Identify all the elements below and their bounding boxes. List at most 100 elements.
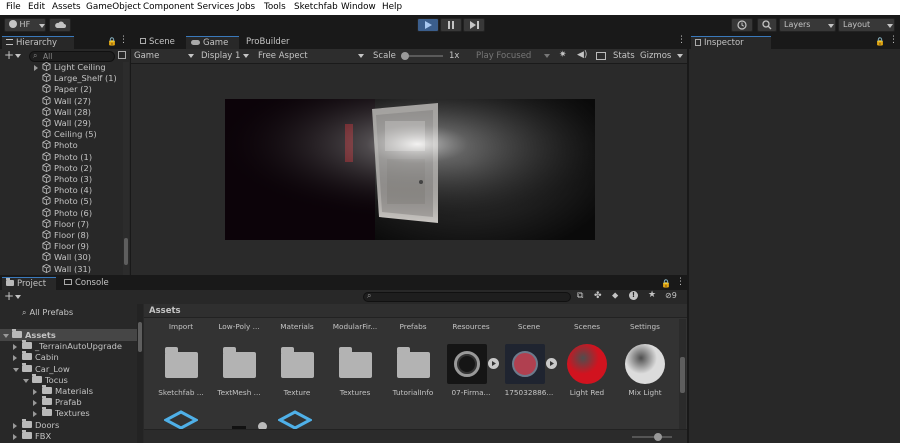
prefab-icon[interactable] xyxy=(164,410,198,430)
display-dropdown[interactable]: Display 1 xyxy=(201,50,253,62)
layers-dropdown[interactable]: Layers xyxy=(779,18,836,32)
hidden-packages-icon[interactable]: ⊘9 xyxy=(665,291,677,300)
hierarchy-item[interactable]: Large_Shelf (1) xyxy=(42,73,117,84)
asset-folder-icon[interactable] xyxy=(281,347,314,378)
hierarchy-item[interactable]: Ceiling (5) xyxy=(42,129,97,140)
hierarchy-item[interactable]: Photo (3) xyxy=(42,174,92,185)
material-sphere-icon[interactable] xyxy=(625,344,665,384)
breadcrumb-assets[interactable]: Assets xyxy=(149,306,181,316)
asset-item-label[interactable]: 07-Firma... xyxy=(442,388,500,397)
asset-item-label[interactable]: Scene xyxy=(500,322,558,331)
menu-services[interactable]: Services xyxy=(197,2,234,12)
menu-sketchfab[interactable]: Sketchfab xyxy=(294,2,338,12)
audio-icon[interactable]: ◀) xyxy=(577,50,587,60)
collapse-arrow-icon[interactable] xyxy=(3,334,9,338)
hierarchy-item[interactable]: Wall (30) xyxy=(42,252,91,263)
expand-arrow-icon[interactable] xyxy=(34,65,38,71)
lock-icon[interactable]: 🔒 xyxy=(661,279,671,288)
asset-item-label[interactable]: Prefabs xyxy=(384,322,442,331)
favorite-icon[interactable]: ★ xyxy=(648,290,656,300)
more-menu-icon[interactable]: ⋮ xyxy=(889,35,898,45)
tab-inspector[interactable]: Inspector xyxy=(691,36,771,49)
asset-item-label[interactable]: ModularFir... xyxy=(326,322,384,331)
grid-icon[interactable] xyxy=(596,52,606,60)
material-sphere-icon[interactable] xyxy=(567,344,607,384)
hierarchy-item[interactable]: Photo (2) xyxy=(42,162,92,174)
asset-folder-icon[interactable] xyxy=(223,347,256,378)
asset-item-label[interactable]: Low-Poly ... xyxy=(210,322,268,331)
asset-folder-icon[interactable] xyxy=(165,347,198,378)
lock-icon[interactable]: 🔒 xyxy=(875,37,885,46)
asset-item-label[interactable]: Sketchfab ... xyxy=(152,388,210,397)
asset-item-label[interactable]: Texture xyxy=(268,388,326,397)
more-menu-icon[interactable]: ⋮ xyxy=(676,277,685,287)
folder-tree-item[interactable]: Textures xyxy=(42,407,90,419)
folder-tree-item[interactable]: _TerrainAutoUpgrade xyxy=(22,340,122,352)
more-menu-icon[interactable]: ⋮ xyxy=(119,35,128,45)
asset-item-label[interactable]: Settings xyxy=(616,322,674,331)
history-button[interactable] xyxy=(731,18,753,32)
expand-arrow-icon[interactable] xyxy=(33,400,37,407)
hierarchy-item[interactable]: Photo xyxy=(42,140,78,151)
collapse-arrow-icon[interactable] xyxy=(13,367,19,372)
asset-item-label[interactable]: TutorialInfo xyxy=(384,388,442,397)
hierarchy-item[interactable]: Wall (29) xyxy=(42,118,91,129)
hierarchy-item[interactable]: Floor (8) xyxy=(42,230,89,241)
hierarchy-scrollbar[interactable] xyxy=(123,62,129,275)
folder-tree-item[interactable]: Prafab xyxy=(42,396,82,408)
expand-arrow-icon[interactable] xyxy=(33,411,37,418)
project-search-input[interactable]: ⌕ xyxy=(363,291,571,302)
scrollbar-thumb[interactable] xyxy=(138,322,142,352)
tab-probuilder[interactable]: ProBuilder xyxy=(245,36,303,49)
step-button[interactable] xyxy=(463,18,485,32)
tab-scene[interactable]: Scene xyxy=(137,36,180,49)
menu-assets[interactable]: Assets xyxy=(52,2,81,12)
pause-button[interactable] xyxy=(440,18,462,32)
menu-gameobject[interactable]: GameObject xyxy=(86,2,141,12)
play-button[interactable] xyxy=(417,18,439,32)
expand-arrow-icon[interactable] xyxy=(13,433,17,440)
account-dropdown[interactable]: HF xyxy=(4,18,46,32)
folder-tree-item[interactable]: Materials xyxy=(42,385,93,397)
game-view[interactable] xyxy=(131,64,687,275)
search-options-icon[interactable] xyxy=(118,51,126,59)
folder-tree-item[interactable]: Doors xyxy=(22,418,59,431)
menu-tools[interactable]: Tools xyxy=(264,2,286,12)
asset-item-label[interactable]: 175032886... xyxy=(500,388,558,397)
expand-arrow-icon[interactable] xyxy=(13,422,17,429)
asset-item-label[interactable]: Mix Light xyxy=(616,388,674,397)
hierarchy-item[interactable]: Paper (2) xyxy=(42,84,92,95)
audio-clip-thumbnail[interactable] xyxy=(447,344,487,384)
scrollbar-thumb[interactable] xyxy=(680,357,685,393)
asset-item-label[interactable]: Textures xyxy=(326,388,384,397)
more-menu-icon[interactable]: ⋮ xyxy=(677,35,686,45)
folder-tree-item[interactable]: Tocus xyxy=(32,373,68,386)
bug-icon[interactable]: ✷ xyxy=(559,50,567,60)
tag-icon[interactable]: ⬥ xyxy=(612,291,618,301)
tab-game[interactable]: Game xyxy=(186,36,239,49)
hierarchy-search-input[interactable]: ⌕ All xyxy=(29,51,115,62)
asset-item-label[interactable]: Resources xyxy=(442,322,500,331)
prefab-icon[interactable] xyxy=(278,410,312,430)
asset-item-label[interactable]: Light Red xyxy=(558,388,616,397)
slider-handle[interactable] xyxy=(401,52,409,60)
menu-component[interactable]: Component xyxy=(143,2,194,12)
hierarchy-item[interactable]: Wall (28) xyxy=(42,106,91,118)
favorite-all-prefabs[interactable]: ⌕ All Prefabs xyxy=(22,307,73,318)
layout-dropdown[interactable]: Layout xyxy=(838,18,895,32)
asset-item-label[interactable]: Import xyxy=(152,322,210,331)
asset-item-label[interactable]: Materials xyxy=(268,322,326,331)
menu-help[interactable]: Help xyxy=(382,2,402,12)
asset-folder-icon[interactable] xyxy=(397,347,430,378)
asset-item-label[interactable]: TextMesh ... xyxy=(210,388,268,397)
scrollbar-thumb[interactable] xyxy=(124,238,128,265)
hierarchy-item[interactable]: Wall (31) xyxy=(42,263,91,275)
hierarchy-item[interactable]: Floor (7) xyxy=(42,218,89,230)
stats-button[interactable]: Stats xyxy=(613,50,635,62)
folder-tree-item[interactable]: Assets xyxy=(12,329,56,341)
folder-tree-item[interactable]: Cabin xyxy=(22,351,59,363)
menu-jobs[interactable]: Jobs xyxy=(237,2,255,12)
search-button[interactable] xyxy=(757,18,777,32)
gizmos-dropdown[interactable]: Gizmos xyxy=(640,50,686,62)
add-icon[interactable]: + xyxy=(4,49,14,62)
